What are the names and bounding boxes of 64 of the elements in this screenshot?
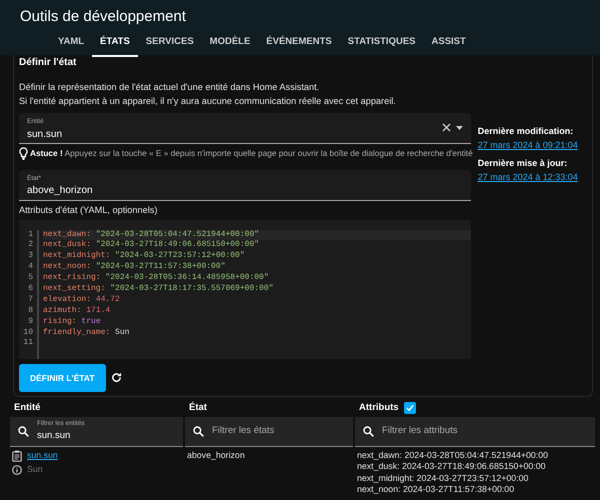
tab[interactable]: MODÈLE xyxy=(202,31,258,58)
state-cell-text: above_horizon xyxy=(186,448,246,462)
column-header: État xyxy=(189,401,207,416)
column-header: Attributs xyxy=(359,401,399,416)
description-text: Définir la représentation de l'état actuel d'une entité dans Home Assistant. xyxy=(19,81,320,94)
attribute-text: next_dusk: 2024-03-27T18:49:06.685150+00:00 xyxy=(357,461,547,472)
filter-field[interactable]: Filtrer les attributs xyxy=(355,416,595,446)
line-number: 11 xyxy=(22,338,33,350)
info-icon[interactable] xyxy=(12,464,22,475)
code-line: next_rising: "2024-03-28T05:36:14.485958+00:00" xyxy=(43,273,269,282)
code-line: rising: true xyxy=(43,316,101,326)
lightbulb-icon xyxy=(19,146,28,160)
filter-input[interactable]: Filtrer les attributs xyxy=(382,424,522,439)
line-number: 10 xyxy=(22,328,33,338)
search-icon xyxy=(18,426,29,436)
attribute-text: next_dawn: 2024-03-28T05:04:47.521944+00:00 xyxy=(357,450,550,461)
line-number: 8 xyxy=(27,306,33,317)
line-number: 7 xyxy=(27,294,33,306)
filter-input[interactable]: sun.sun xyxy=(37,429,177,444)
line-number: 5 xyxy=(27,273,33,284)
timestamp-link[interactable]: 27 mars 2024 à 09:21:04 xyxy=(478,138,587,152)
info-label: Dernière mise à jour: xyxy=(478,157,568,170)
page-title: Outils de développement xyxy=(19,7,187,27)
line-number: 6 xyxy=(27,284,33,295)
tab[interactable]: ASSIST xyxy=(424,31,474,58)
column-header: Entité xyxy=(14,401,40,416)
search-icon xyxy=(363,426,374,436)
tab[interactable]: YAML xyxy=(50,31,92,58)
code-line: next_midnight: "2024-03-27T23:57:12+00:00" xyxy=(43,251,245,260)
tab[interactable]: SERVICES xyxy=(138,31,202,58)
search-icon xyxy=(193,426,204,436)
tab[interactable]: STATISTIQUES xyxy=(340,31,424,58)
clipboard-icon[interactable] xyxy=(12,450,22,462)
code-line: next_dawn: "2024-03-28T05:04:47.521944+00:00" xyxy=(43,230,260,238)
attribute-text: next_noon: 2024-03-27T11:57:38+00:00 xyxy=(357,484,516,496)
timestamp-link[interactable]: 27 mars 2024 à 12:33:04 xyxy=(478,170,587,184)
tip-text: Astuce ! Appuyez sur la touche « E » depuis n'importe quelle page pour ouvrir la boîte de dialogue de recherche d'entité xyxy=(30,146,473,160)
info-label: Dernière modification: xyxy=(478,125,574,138)
attributes-label: Attributs d'état (YAML, optionnels) xyxy=(19,204,158,217)
line-number: 4 xyxy=(27,262,33,274)
caret-icon[interactable] xyxy=(456,126,463,130)
line-number: 2 xyxy=(27,240,33,252)
filter-input[interactable]: Filtrer les états xyxy=(212,424,352,439)
attribute-text: next_midnight: 2024-03-27T23:57:12+00:00 xyxy=(357,472,530,484)
code-editor[interactable] xyxy=(19,220,471,358)
code-line: friendly_name: Sun xyxy=(43,328,130,337)
tab[interactable]: ÉVÉNEMENTS xyxy=(258,31,340,58)
code-line: next_dusk: "2024-03-27T18:49:06.685150+00:00" xyxy=(43,240,260,250)
code-line: next_setting: "2024-03-27T18:17:35.557069+00:00" xyxy=(43,284,274,293)
code-line: next_noon: "2024-03-27T11:57:38+00:00" xyxy=(43,262,226,272)
checkbox[interactable] xyxy=(404,402,416,414)
code-line: elevation: 44.72 xyxy=(43,294,120,304)
filter-field[interactable]: Filtrer les états xyxy=(185,416,353,446)
code-line: azimuth: 171.4 xyxy=(43,306,110,315)
entity-name: Sun xyxy=(27,464,43,476)
line-number: 9 xyxy=(27,316,33,328)
section-title: Définir l'état xyxy=(19,56,78,70)
close-icon[interactable] xyxy=(442,123,451,132)
tab[interactable]: ÉTATS xyxy=(92,31,138,58)
refresh-icon[interactable] xyxy=(110,372,122,384)
description-text: Si l'entité appartient à un appareil, il n'y aura aucune communication réelle avec cet appareil. xyxy=(19,95,397,108)
line-number: 3 xyxy=(27,251,33,262)
line-number: 1 xyxy=(27,230,33,240)
entity-link[interactable]: sun.sun xyxy=(27,450,58,462)
